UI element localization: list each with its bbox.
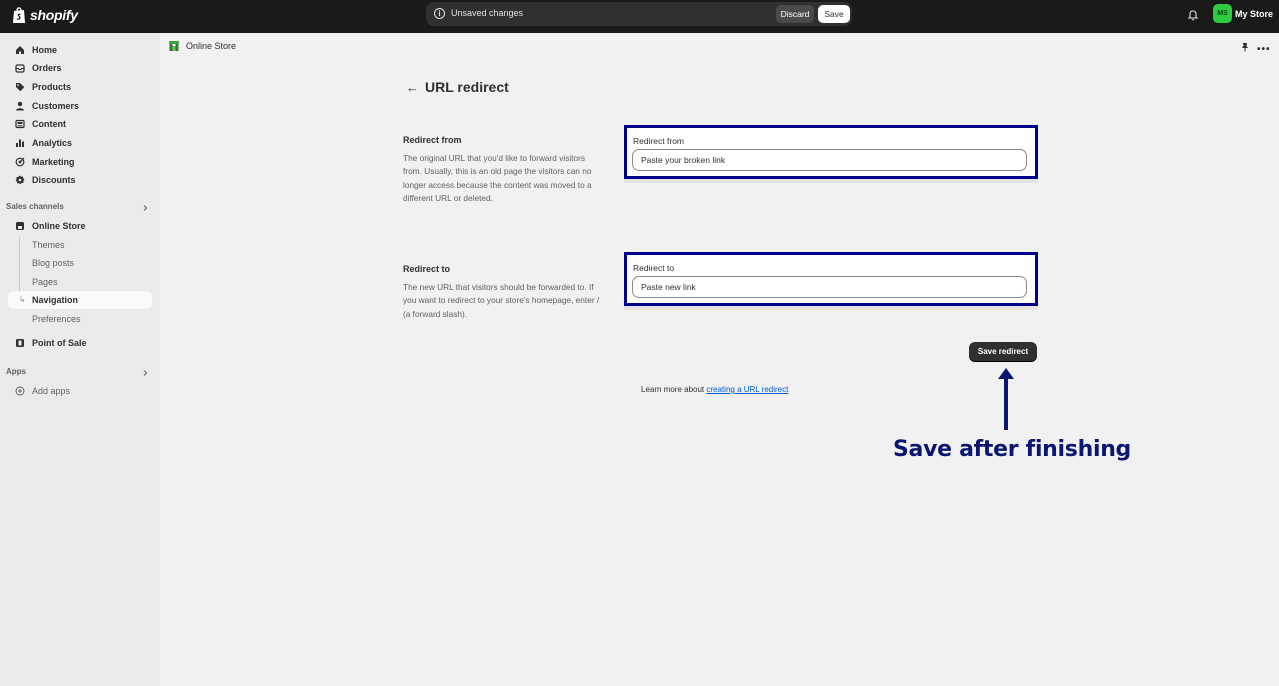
card-shadow xyxy=(624,179,1038,183)
sidebar: Home Orders Products Customers Content A… xyxy=(0,33,160,686)
tag-icon xyxy=(16,83,25,92)
online-store-icon xyxy=(169,41,179,51)
redirect-from-input[interactable] xyxy=(632,149,1027,171)
redirect-to-section-title: Redirect to xyxy=(403,264,451,274)
sidebar-item-blog-posts[interactable]: Blog posts xyxy=(8,254,152,272)
sidebar-item-label: Add apps xyxy=(32,386,71,396)
avatar[interactable]: MS xyxy=(1213,4,1232,23)
sidebar-item-content[interactable]: Content xyxy=(8,115,152,133)
sidebar-item-add-apps[interactable]: Add apps xyxy=(8,382,152,400)
bell-icon[interactable] xyxy=(1187,9,1199,21)
pin-icon[interactable] xyxy=(1240,42,1250,52)
tree-hook-arrow: ↳ xyxy=(19,295,26,304)
home-icon xyxy=(16,46,24,54)
sidebar-item-online-store[interactable]: Online Store xyxy=(8,217,152,235)
plus-circle-icon xyxy=(15,386,25,396)
store-name[interactable]: My Store xyxy=(1235,9,1273,19)
redirect-from-section-title: Redirect from xyxy=(403,135,462,145)
redirect-to-input[interactable] xyxy=(632,276,1027,298)
sidebar-item-navigation[interactable]: Navigation xyxy=(8,291,152,309)
redirect-from-card: Redirect from xyxy=(624,125,1038,179)
shopify-bag-icon xyxy=(13,7,25,23)
sidebar-item-preferences[interactable]: Preferences xyxy=(8,310,152,328)
redirect-from-label: Redirect from xyxy=(633,136,685,146)
chevron-right-icon[interactable] xyxy=(141,204,149,212)
info-icon: i xyxy=(434,8,445,19)
redirect-to-card: Redirect to xyxy=(624,252,1038,306)
sidebar-item-label: Content xyxy=(32,119,66,129)
sidebar-item-label: Products xyxy=(32,82,72,92)
more-options-icon[interactable]: ••• xyxy=(1257,44,1271,55)
sidebar-item-products[interactable]: Products xyxy=(8,78,152,96)
top-bar: shopify i Unsaved changes Discard Save M… xyxy=(0,0,1279,33)
sidebar-item-label: Online Store xyxy=(32,221,86,231)
orders-icon xyxy=(15,64,25,73)
shopify-wordmark: shopify xyxy=(30,7,78,23)
sidebar-item-themes[interactable]: Themes xyxy=(8,236,152,254)
redirect-to-description: The new URL that visitors should be forw… xyxy=(403,282,600,319)
back-arrow-icon[interactable]: ← xyxy=(406,80,419,95)
sidebar-item-label: Discounts xyxy=(32,175,76,185)
sidebar-item-label: Marketing xyxy=(32,157,75,167)
learn-more-text: Learn more about creating a URL redirect xyxy=(641,385,788,394)
unsaved-changes-bar: i Unsaved changes Discard Save xyxy=(426,2,852,26)
breadcrumb-label[interactable]: Online Store xyxy=(186,41,236,51)
bar-chart-icon xyxy=(16,139,24,147)
target-icon xyxy=(15,157,25,167)
unsaved-changes-text: Unsaved changes xyxy=(451,8,524,18)
apps-label[interactable]: Apps xyxy=(6,367,26,376)
sidebar-item-label: Home xyxy=(32,45,58,55)
learn-more-prefix: Learn more about xyxy=(641,385,705,394)
redirect-to-label: Redirect to xyxy=(633,263,675,273)
discard-button[interactable]: Discard xyxy=(776,5,814,23)
card-shadow xyxy=(624,306,1038,310)
annotation-text: Save after finishing xyxy=(893,437,1131,462)
sidebar-item-customers[interactable]: Customers xyxy=(8,97,152,115)
chevron-right-icon[interactable] xyxy=(141,369,149,377)
main-content: Online Store ••• ← URL redirect Redirect… xyxy=(160,33,1279,686)
sidebar-item-analytics[interactable]: Analytics xyxy=(8,134,152,152)
sidebar-item-label: Point of Sale xyxy=(32,338,87,348)
save-button[interactable]: Save xyxy=(818,5,850,23)
sidebar-item-orders[interactable]: Orders xyxy=(8,59,152,77)
learn-more-link[interactable]: creating a URL redirect xyxy=(706,385,788,394)
sidebar-item-pages[interactable]: Pages xyxy=(8,273,152,291)
store-icon xyxy=(16,222,24,230)
sidebar-item-discounts[interactable]: Discounts xyxy=(8,171,152,189)
save-redirect-button[interactable]: Save redirect xyxy=(969,342,1037,361)
sidebar-item-point-of-sale[interactable]: Point of Sale xyxy=(8,334,152,352)
sales-channels-label[interactable]: Sales channels xyxy=(6,202,64,211)
sidebar-item-label: Analytics xyxy=(32,138,73,148)
pos-icon xyxy=(16,339,24,347)
sidebar-item-label: Orders xyxy=(32,63,62,73)
redirect-from-description: The original URL that you'd like to forw… xyxy=(403,153,592,203)
discount-icon xyxy=(15,175,25,185)
annotation-up-arrow-icon xyxy=(998,368,1014,430)
sidebar-item-label: Customers xyxy=(32,101,80,111)
breadcrumb: Online Store xyxy=(168,40,236,52)
page-title: URL redirect xyxy=(425,79,509,95)
sidebar-item-home[interactable]: Home xyxy=(8,41,152,59)
sidebar-item-marketing[interactable]: Marketing xyxy=(8,153,152,171)
shopify-logo[interactable]: shopify xyxy=(12,6,78,24)
content-icon xyxy=(15,119,25,129)
person-icon xyxy=(16,101,24,111)
